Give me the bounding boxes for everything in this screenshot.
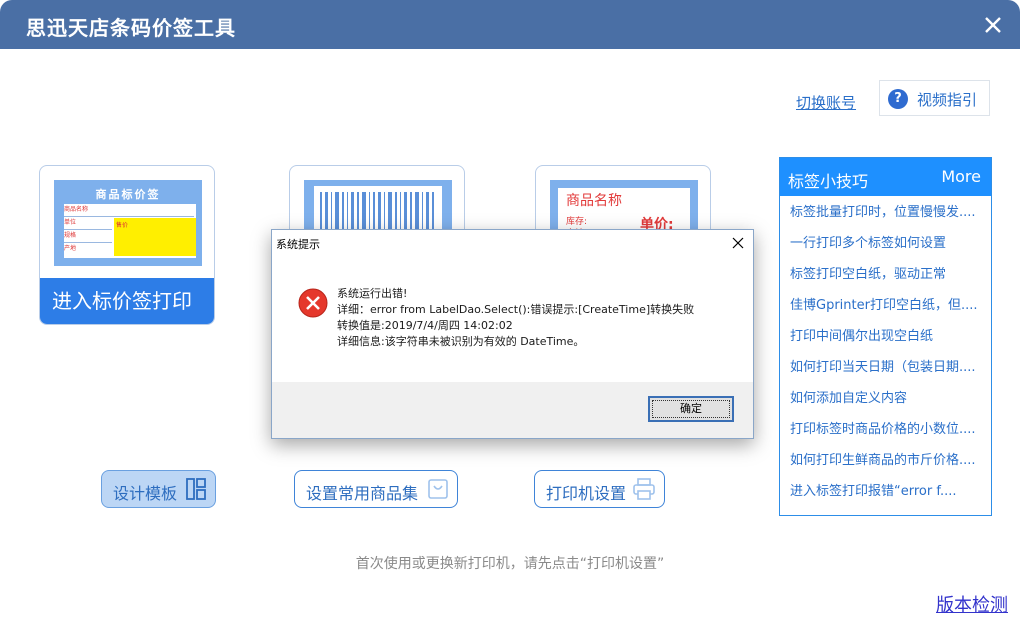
thumbnail-field: 规格 xyxy=(64,230,112,243)
dialog-message-line: 详细信息:该字符串未被识别为有效的 DateTime。 xyxy=(337,335,585,348)
video-guide-button[interactable]: ? 视频指引 xyxy=(879,80,990,116)
close-icon xyxy=(985,17,1001,33)
tips-more-link[interactable]: More xyxy=(941,167,981,186)
printer-hint-text: 首次使用或更换新打印机，请先点击“打印机设置” xyxy=(355,556,665,572)
common-goods-button[interactable]: 设置常用商品集 xyxy=(294,470,458,508)
error-icon xyxy=(298,288,328,322)
system-message-dialog: 系统提示 系统运行出错! 详细：error from LabelDao.Sele… xyxy=(271,229,754,439)
tip-item[interactable]: 标签批量打印时，位置慢慢发.... xyxy=(780,197,991,228)
layout-icon xyxy=(186,478,206,504)
tip-item[interactable]: 进入标签打印报错“error f.... xyxy=(780,476,991,507)
video-guide-label: 视频指引 xyxy=(917,91,978,109)
tip-item[interactable]: 如何添加自定义内容 xyxy=(780,383,991,414)
design-template-label: 设计模板 xyxy=(113,484,178,503)
tips-panel: 标签小技巧 More 标签批量打印时，位置慢慢发.... 一行打印多个标签如何设… xyxy=(779,157,992,516)
thumbnail-product-name: 商品名称 xyxy=(566,193,622,209)
price-tag-print-card[interactable]: 商品标价签 商品名称 单位 规格 产地 售价 进入标价签打印 xyxy=(39,165,215,325)
printer-icon xyxy=(633,478,655,504)
design-template-button[interactable]: 设计模板 xyxy=(101,470,216,508)
tip-item[interactable]: 一行打印多个标签如何设置 xyxy=(780,228,991,259)
close-icon xyxy=(732,237,744,249)
tips-header: 标签小技巧 More xyxy=(780,158,991,196)
tip-item[interactable]: 佳博Gprinter打印空白纸，但.... xyxy=(780,290,991,321)
shopping-bag-icon xyxy=(428,478,448,504)
thumbnail-grid: 商品名称 单位 规格 产地 售价 xyxy=(64,204,196,258)
thumbnail-field: 单位 xyxy=(64,217,112,230)
tip-item[interactable]: 如何打印当天日期（包装日期.... xyxy=(780,352,991,383)
thumbnail-price-area: 售价 xyxy=(114,218,196,256)
dialog-title: 系统提示 xyxy=(276,238,320,251)
dialog-message-line: 系统运行出错! xyxy=(337,287,408,300)
ok-button[interactable]: 确定 xyxy=(648,396,734,422)
close-button[interactable] xyxy=(978,10,1008,40)
thumbnail-field: 产地 xyxy=(64,245,77,252)
thumbnail-field: 商品名称 xyxy=(64,204,194,217)
printer-settings-label: 打印机设置 xyxy=(546,484,627,503)
price-tag-thumbnail: 商品标价签 商品名称 单位 规格 产地 售价 xyxy=(54,180,202,266)
dialog-body: 系统运行出错! 详细：error from LabelDao.Select():… xyxy=(272,256,753,382)
title-bar: 思迅天店条码价签工具 xyxy=(0,0,1020,49)
tip-item[interactable]: 打印中间偶尔出现空白纸 xyxy=(780,321,991,352)
tips-list: 标签批量打印时，位置慢慢发.... 一行打印多个标签如何设置 标签打印空白纸，驱… xyxy=(780,197,991,507)
thumbnail-title: 商品标价签 xyxy=(95,188,161,201)
dialog-message-line: 转换值是:2019/7/4/周四 14:02:02 xyxy=(337,319,513,332)
dialog-message: 系统运行出错! 详细：error from LabelDao.Select():… xyxy=(337,286,694,350)
dialog-message-line: 详细：error from LabelDao.Select():错误提示:[Cr… xyxy=(337,303,695,316)
switch-account-link[interactable]: 切换账号 xyxy=(796,92,856,113)
price-tag-print-label: 进入标价签打印 xyxy=(40,278,214,324)
help-icon: ? xyxy=(888,89,908,109)
version-check-link[interactable]: 版本检测 xyxy=(936,591,1008,617)
tips-title: 标签小技巧 xyxy=(788,172,869,191)
dialog-title-bar: 系统提示 xyxy=(272,230,753,256)
printer-settings-button[interactable]: 打印机设置 xyxy=(534,470,665,508)
dialog-close-button[interactable] xyxy=(729,234,747,252)
tip-item[interactable]: 如何打印生鲜商品的市斤价格.... xyxy=(780,445,991,476)
tip-item[interactable]: 标签打印空白纸，驱动正常 xyxy=(780,259,991,290)
tip-item[interactable]: 打印标签时商品价格的小数位.... xyxy=(780,414,991,445)
common-goods-label: 设置常用商品集 xyxy=(306,484,419,503)
app-title: 思迅天店条码价签工具 xyxy=(26,16,236,40)
app-window: 思迅天店条码价签工具 切换账号 ? 视频指引 商品标价签 商品名称 单位 规格 … xyxy=(0,0,1020,617)
